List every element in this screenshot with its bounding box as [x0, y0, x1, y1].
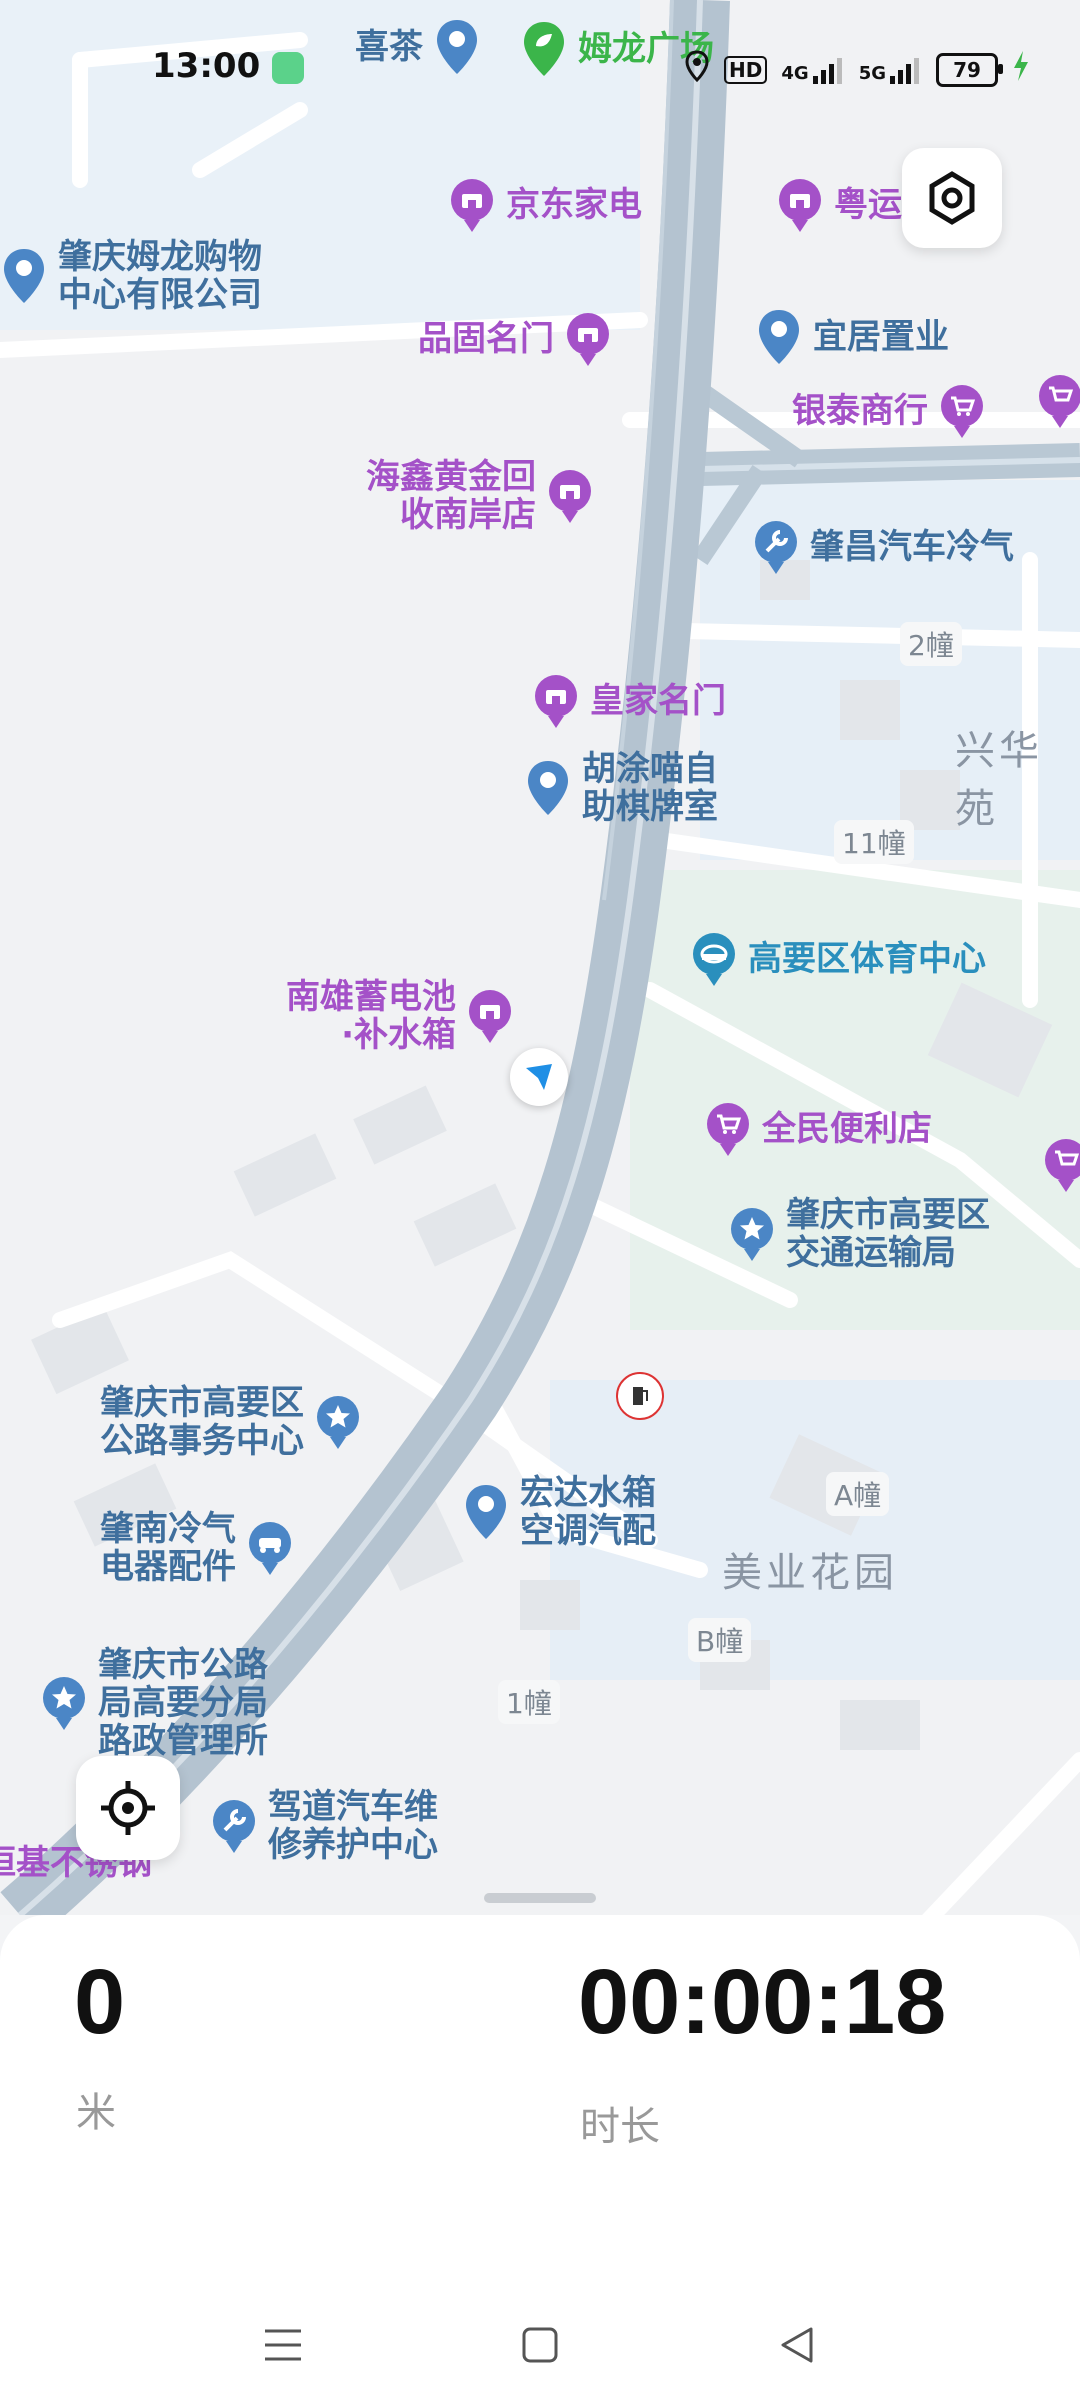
poi-jiaotong-label: 肇庆市高要区 交通运输局 — [786, 1195, 990, 1273]
government-star-pin-icon — [314, 1393, 362, 1451]
poi-gonglu[interactable]: 肇庆市高要区 公路事务中心 — [100, 1384, 362, 1460]
signal-5g: 5G — [859, 56, 922, 84]
poi-quanmin[interactable]: 全民便利店 — [704, 1100, 932, 1158]
building-b: B幢 — [688, 1618, 752, 1662]
distance-unit: 米 — [76, 2090, 116, 2136]
poi-zhaochang[interactable]: 肇昌汽车冷气 — [752, 518, 1014, 576]
store-pin-icon — [448, 176, 496, 234]
government-star-pin-icon — [728, 1205, 776, 1263]
poi-huangjia[interactable]: 皇家名门 — [532, 672, 726, 730]
duration-label: 时长 — [580, 2104, 660, 2150]
home-button[interactable] — [515, 2320, 565, 2370]
location-pin-icon — [755, 308, 803, 366]
store-pin-icon — [564, 310, 612, 368]
store-pin-icon — [466, 987, 514, 1045]
poi-yiju[interactable]: 宜居置业 — [755, 308, 949, 366]
poi-haixin-label: 海鑫黄金回 收南岸店 — [366, 457, 536, 535]
menu-icon — [265, 2329, 301, 2361]
area-meiye: 美业花园 — [722, 1550, 898, 1596]
poi-luzheng[interactable]: 肇庆市公路 局高要分局 路政管理所 — [40, 1646, 268, 1760]
poi-hongda[interactable]: 宏达水箱 空调汽配 — [462, 1474, 656, 1550]
poi-pingu[interactable]: 品固名门 — [418, 310, 612, 368]
hd-badge: HD — [724, 55, 768, 84]
navigation-arrow-icon — [526, 1064, 552, 1090]
status-time: 13:00 — [152, 46, 261, 86]
location-pin-icon — [0, 247, 48, 305]
poi-luzheng-label: 肇庆市公路 局高要分局 路政管理所 — [98, 1645, 268, 1761]
poi-haixin[interactable]: 海鑫黄金回 收南岸店 — [366, 458, 594, 534]
map-view[interactable]: 喜茶 姆龙广场 京东家电 粤运 肇庆姆龙购物 中心有限公司 品固名门 宜居置业 银… — [0, 0, 1080, 1915]
poi-zhaonan-label: 肇南冷气 电器配件 — [100, 1509, 236, 1587]
poi-jiadao[interactable]: 驾道汽车维 修养护中心 — [210, 1788, 438, 1864]
battery-icon: 79 — [936, 52, 1003, 87]
building-1: 1幢 — [498, 1680, 560, 1724]
app-notification-icon — [272, 52, 304, 84]
status-bar: 13:00 HD 4G 5G 79 — [0, 36, 1080, 100]
poi-jiadao-label: 驾道汽车维 修养护中心 — [268, 1787, 438, 1865]
charging-icon — [1012, 51, 1030, 88]
shopping-cart-pin-icon[interactable] — [1036, 372, 1080, 430]
wrench-pin-icon — [210, 1797, 258, 1855]
store-pin-icon — [532, 672, 580, 730]
stadium-pin-icon — [690, 930, 738, 988]
poi-tiyu[interactable]: 高要区体育中心 — [690, 930, 986, 988]
poi-jingdong[interactable]: 京东家电 — [448, 176, 642, 234]
shopping-cart-pin-icon — [704, 1100, 752, 1158]
car-pin-icon — [246, 1519, 294, 1577]
poi-hongda-label: 宏达水箱 空调汽配 — [520, 1473, 656, 1551]
building-a: A幢 — [826, 1472, 890, 1516]
poi-nanxiong[interactable]: 南雄蓄电池 ·补水箱 — [286, 978, 514, 1054]
poi-hutumiao-label: 胡涂喵自 助棋牌室 — [582, 749, 718, 827]
area-xinghua: 兴华苑 — [955, 728, 1043, 832]
poi-yintai[interactable]: 银泰商行 — [792, 382, 986, 440]
poi-mulong-mall[interactable]: 肇庆姆龙购物 中心有限公司 — [0, 238, 262, 314]
status-icons: HD 4G 5G 79 — [684, 50, 1030, 89]
poi-hutumiao[interactable]: 胡涂喵自 助棋牌室 — [524, 750, 718, 826]
location-pin-icon — [462, 1483, 510, 1541]
signal-bars-icon — [812, 57, 842, 84]
map-settings-button[interactable] — [902, 148, 1002, 248]
duration-value: 00:00:18 — [578, 1951, 947, 2053]
poi-mulong-mall-label: 肇庆姆龙购物 中心有限公司 — [58, 237, 262, 315]
poi-nanxiong-label: 南雄蓄电池 ·补水箱 — [286, 977, 456, 1055]
poi-yueyun[interactable]: 粤运 — [776, 176, 902, 234]
back-button[interactable] — [772, 2320, 822, 2370]
building-2: 2幢 — [900, 622, 962, 666]
location-pin-icon — [524, 759, 572, 817]
wrench-pin-icon — [752, 518, 800, 576]
signal-bars-icon — [890, 57, 919, 84]
poi-jiaotong[interactable]: 肇庆市高要区 交通运输局 — [728, 1196, 990, 1272]
locate-me-button[interactable] — [76, 1756, 180, 1860]
hexagon-gear-icon — [929, 171, 975, 225]
square-home-icon — [522, 2327, 558, 2363]
back-triangle-icon — [781, 2327, 813, 2363]
crosshair-locate-icon — [101, 1781, 155, 1835]
recent-apps-button[interactable] — [258, 2320, 308, 2370]
shopping-cart-pin-icon — [938, 382, 986, 440]
government-star-pin-icon — [40, 1674, 88, 1732]
poi-zhaonan[interactable]: 肇南冷气 电器配件 — [100, 1510, 294, 1586]
system-nav-bar — [0, 2290, 1080, 2400]
store-pin-icon — [776, 176, 824, 234]
poi-gonglu-label: 肇庆市高要区 公路事务中心 — [100, 1383, 304, 1461]
sheet-drag-handle[interactable] — [484, 1893, 596, 1903]
signal-4g: 4G — [781, 56, 844, 84]
store-pin-icon — [546, 467, 594, 525]
shopping-cart-pin-icon[interactable] — [1042, 1136, 1080, 1194]
distance-value: 0 — [74, 1951, 126, 2053]
current-location-marker — [510, 1048, 568, 1106]
building-11: 11幢 — [834, 820, 914, 864]
location-status-icon — [684, 50, 710, 89]
gas-station-icon[interactable] — [616, 1372, 664, 1420]
